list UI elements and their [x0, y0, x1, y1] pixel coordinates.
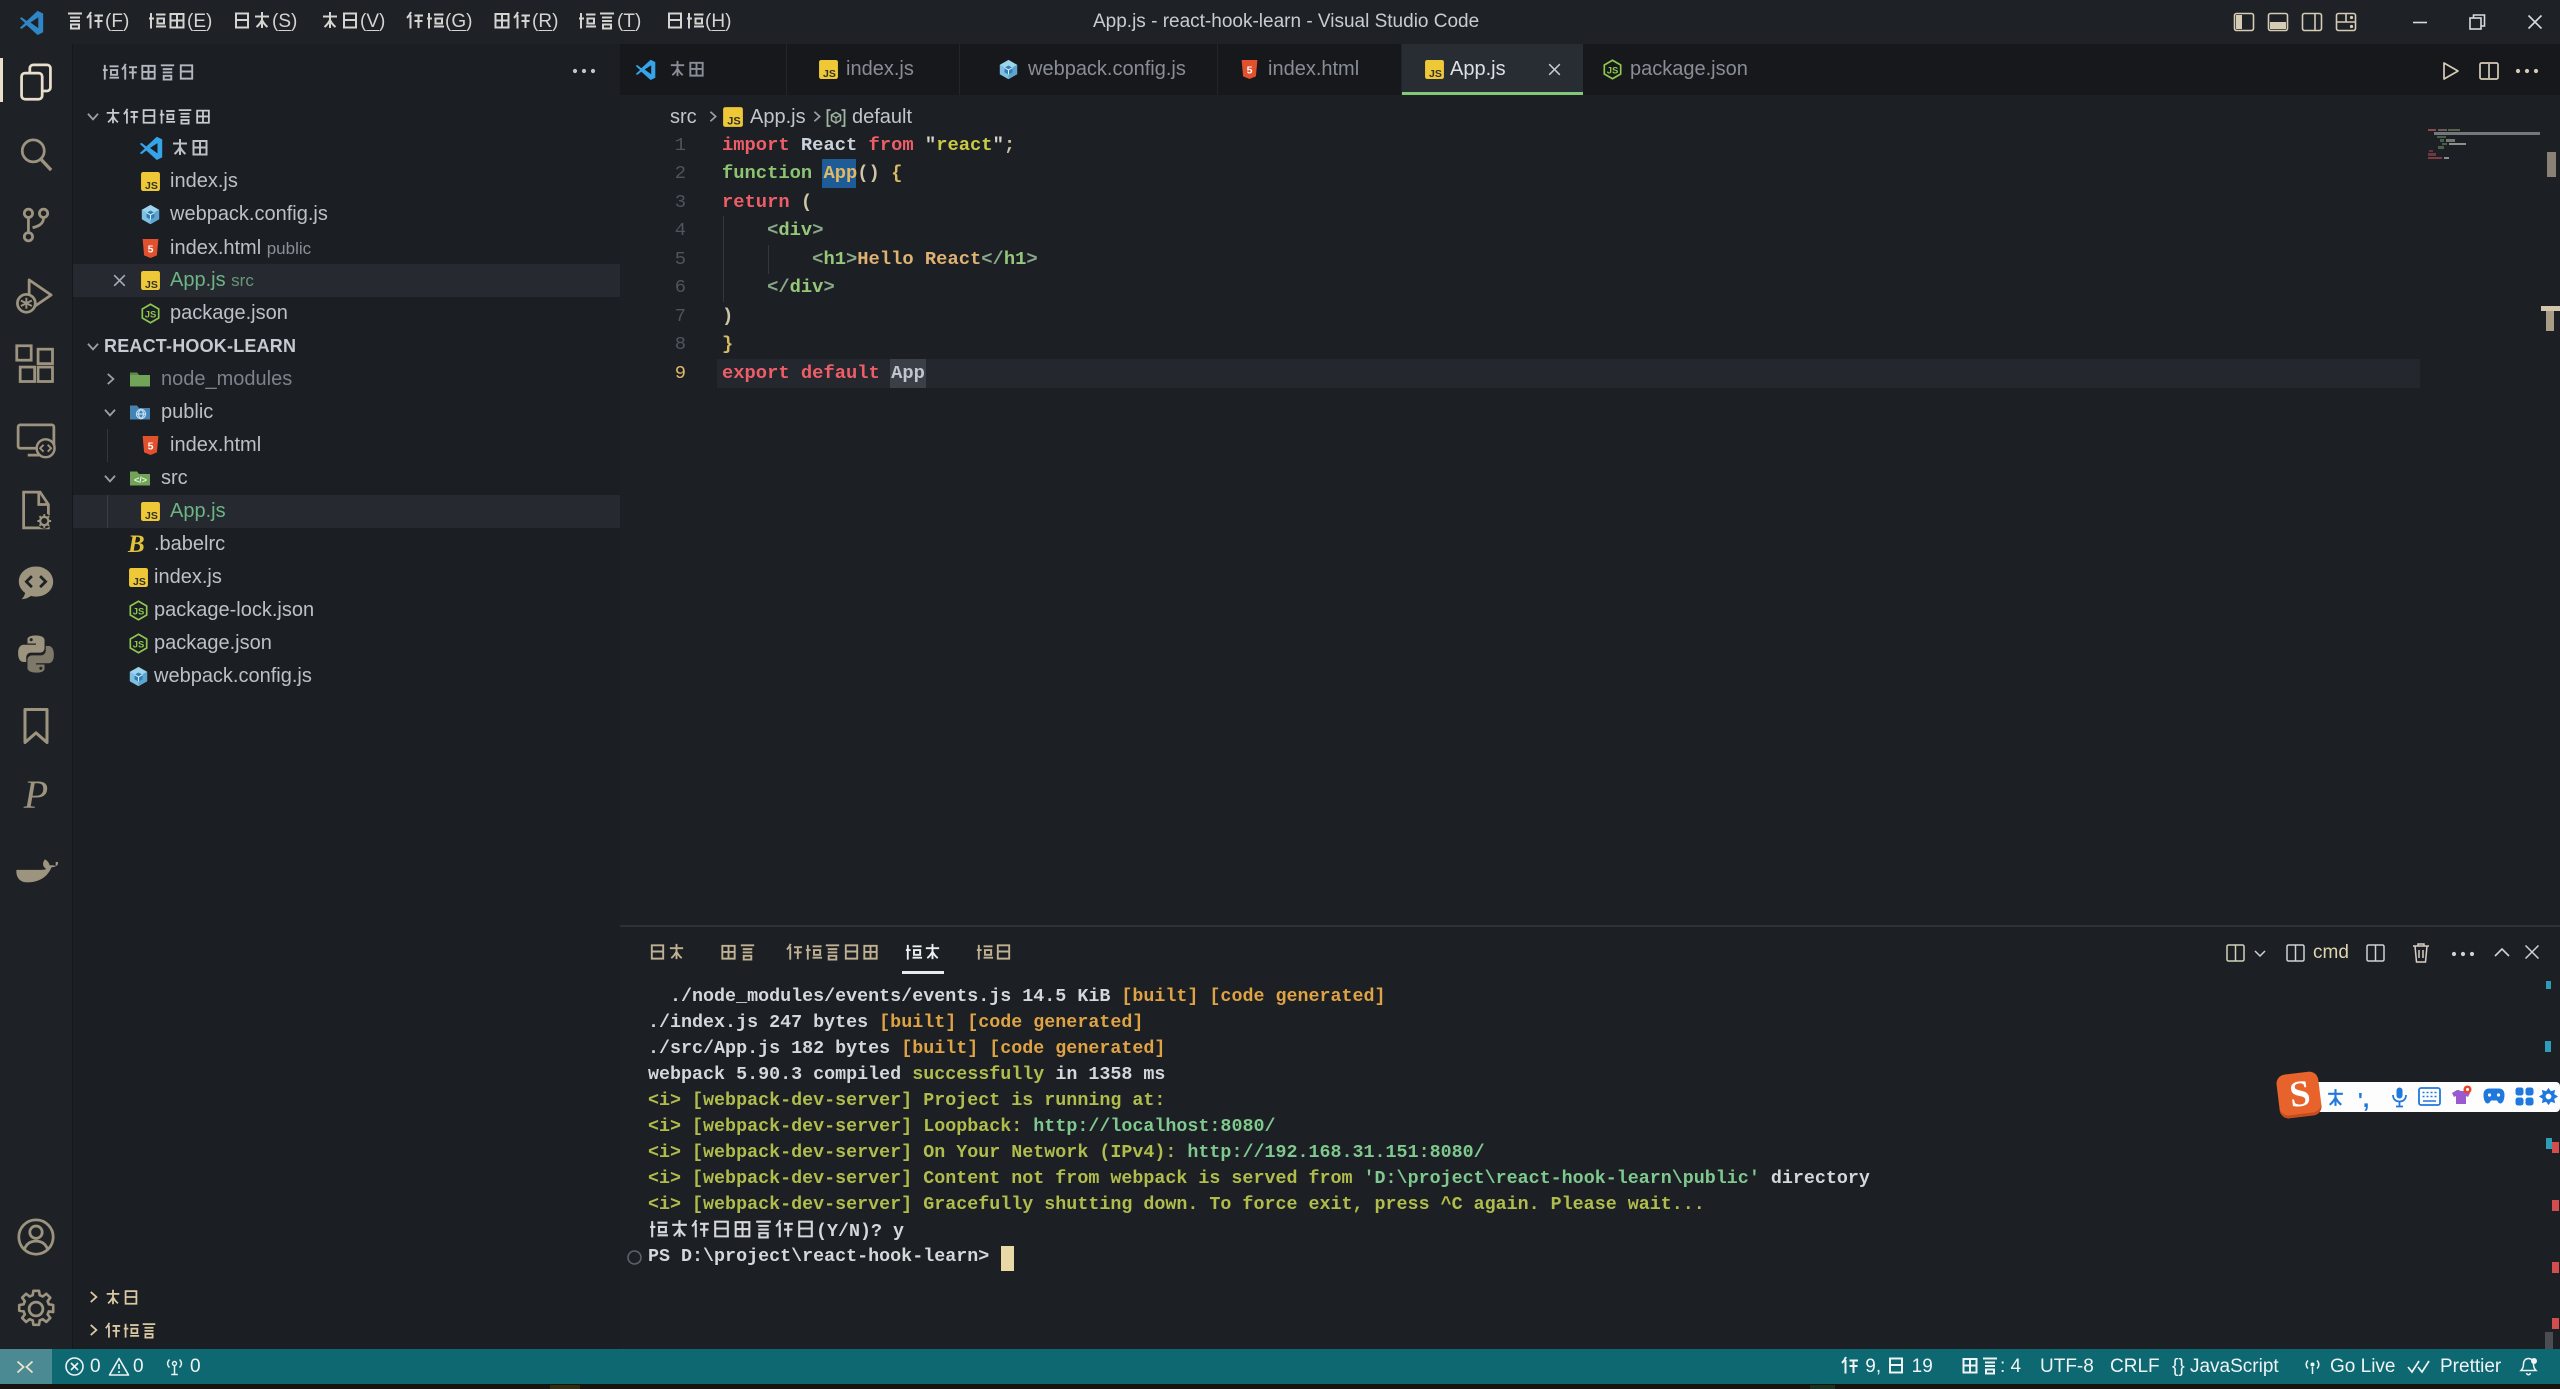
svg-text:</>: </>	[134, 475, 147, 485]
